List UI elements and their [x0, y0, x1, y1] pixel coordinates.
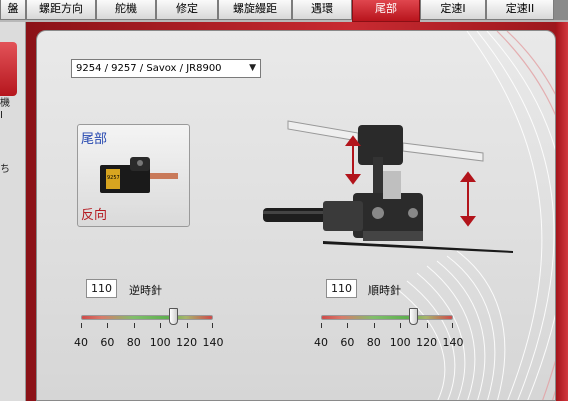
tab-governor-2[interactable]: 定速II [486, 0, 554, 20]
cw-travel-input[interactable]: 110 [326, 279, 357, 298]
servo-image-icon: 9257 [100, 157, 178, 193]
cw-travel-slider-track[interactable] [321, 315, 453, 320]
tab-servo[interactable]: 舵機 [96, 0, 156, 20]
scale-tick [133, 323, 135, 328]
tab-rotor-pitch[interactable]: 螺旋縵距 [218, 0, 292, 20]
cw-travel-ticks [321, 323, 453, 329]
tail-rotor-illustration [263, 120, 513, 253]
ccw-travel-ticks [81, 323, 213, 329]
tail-settings-panel: 9254 / 9257 / Savox / JR8900 ▼ 尾部 9257 反… [36, 30, 556, 401]
scale-tick [426, 323, 428, 328]
tab-tail[interactable]: 尾部 [352, 0, 420, 22]
scale-tick [160, 323, 162, 328]
tab-trim[interactable]: 修定 [156, 0, 218, 20]
tab-governor-1[interactable]: 定速I [420, 0, 486, 20]
scale-tick [321, 323, 322, 328]
left-panel-text-fragment: I [0, 110, 3, 121]
tab-bar: 盤 螺距方向 舵機 修定 螺旋縵距 遇環 尾部 定速I 定速II [0, 0, 568, 22]
servo-type-dropdown[interactable]: 9254 / 9257 / Savox / JR8900 ▼ [71, 59, 261, 78]
scale-tick-label: 140 [442, 336, 464, 349]
ccw-travel-input[interactable]: 110 [86, 279, 117, 298]
ccw-travel-label: 逆時針 [129, 284, 162, 297]
cw-travel-label: 順時針 [368, 284, 401, 297]
left-panel-text-fragment: ち [0, 164, 10, 175]
servo-direction-button[interactable]: 尾部 9257 反向 [77, 124, 190, 227]
scale-tick [212, 323, 213, 328]
scale-tick [347, 323, 349, 328]
left-panel: 機 I ち [0, 22, 26, 401]
scale-tick-label: 140 [202, 336, 224, 349]
scale-tick [400, 323, 402, 328]
scale-tick [186, 323, 188, 328]
servo-card-title: 尾部 [81, 132, 108, 147]
ccw-travel-slider-track[interactable] [81, 315, 213, 320]
tab-loop[interactable]: 遇環 [292, 0, 352, 20]
scale-tick [81, 323, 82, 328]
tab-swashplate[interactable]: 盤 [0, 0, 26, 20]
right-edge [556, 22, 568, 401]
left-panel-text-fragment: 機 [0, 98, 10, 109]
scale-tick [373, 323, 375, 328]
dropdown-arrow-icon[interactable]: ▼ [249, 60, 256, 77]
servo-type-value: 9254 / 9257 / Savox / JR8900 [76, 63, 222, 74]
scale-tick [452, 323, 453, 328]
left-panel-red-button[interactable] [0, 42, 17, 96]
tab-pitch-direction[interactable]: 螺距方向 [26, 0, 96, 20]
servo-label-text: 9257 [107, 175, 120, 181]
servo-direction-label: 反向 [81, 208, 108, 223]
scale-tick [107, 323, 109, 328]
